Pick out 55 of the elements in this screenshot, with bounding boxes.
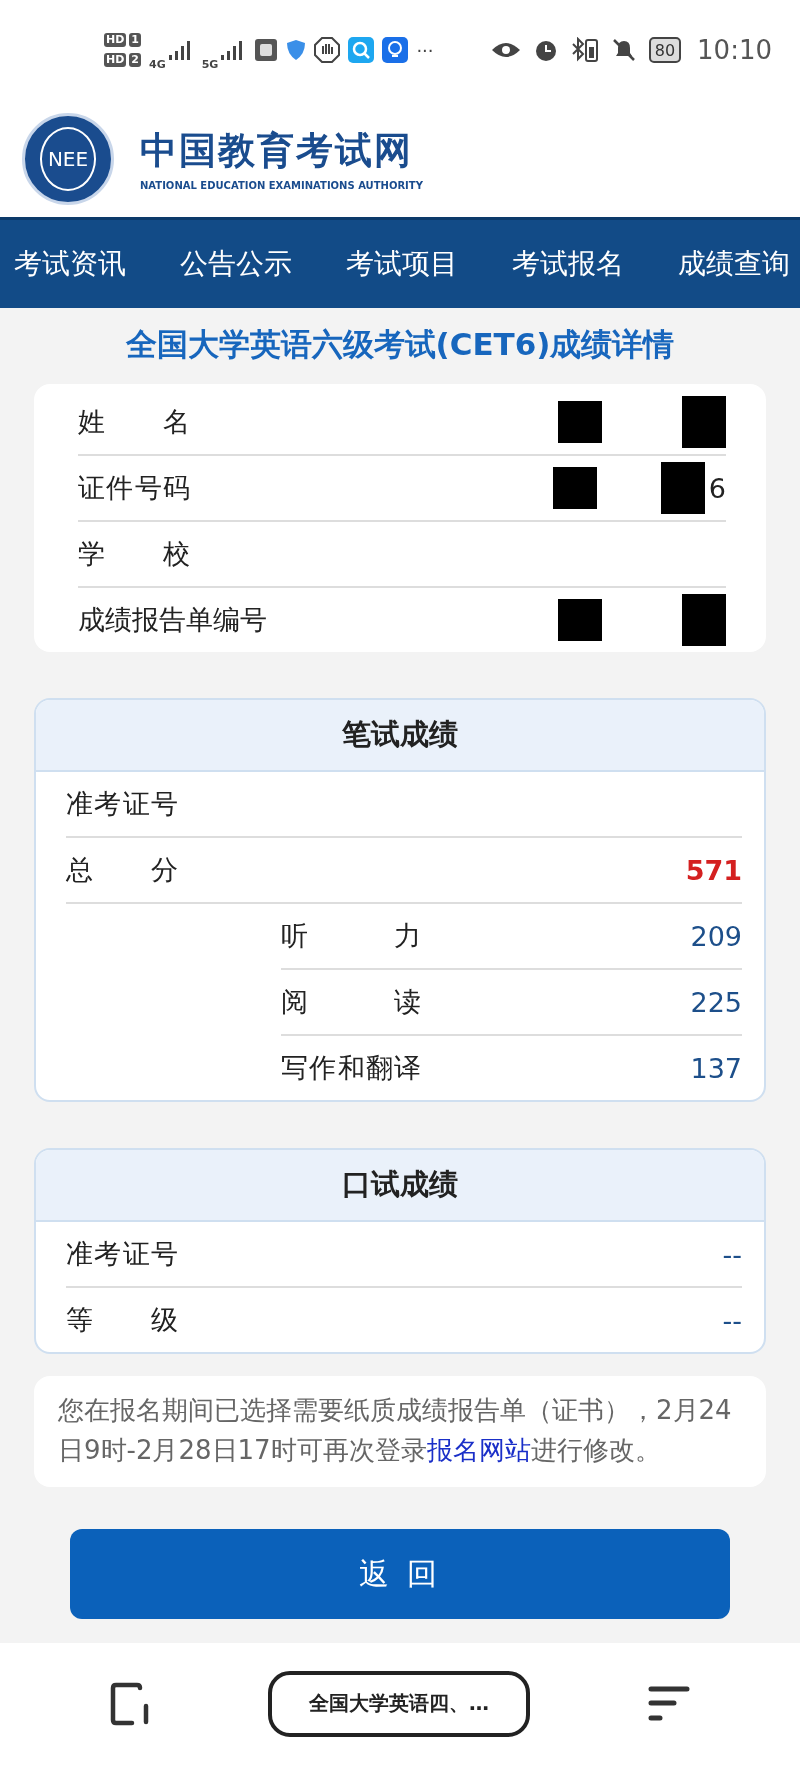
more-indicator: ··· xyxy=(416,39,434,61)
notice-text: 您在报名期间已选择需要纸质成绩报告单（证书），2月24日9时-2月28日17时可再次登录报名网站进行修改。 xyxy=(58,1394,733,1468)
tab-title-button[interactable]: 全国大学英语四、… xyxy=(268,1670,530,1737)
site-title: 中国教育考试网 xyxy=(140,128,414,174)
field-label: 阅读 xyxy=(281,985,421,1019)
redaction-block xyxy=(682,594,726,646)
sim-label: HD xyxy=(104,53,127,67)
menu-icon xyxy=(648,1685,690,1722)
field-label: 成绩报告单编号 xyxy=(78,603,267,637)
field-label: 准考证号 xyxy=(66,787,178,821)
battery-icon: 80 xyxy=(648,37,682,63)
field-label: 证件号码 xyxy=(78,471,190,505)
score-value: -- xyxy=(722,1238,742,1270)
score-value: 137 xyxy=(690,1052,742,1084)
network-label: 5G xyxy=(201,57,219,71)
section-title: 笔试成绩 xyxy=(36,700,764,772)
nav-link[interactable]: 考试报名 xyxy=(512,245,624,283)
bluetooth-battery-icon xyxy=(570,37,599,63)
redaction-block xyxy=(682,396,726,448)
lightbulb-icon xyxy=(382,37,409,63)
shield-icon xyxy=(286,39,307,61)
site-subtitle: NATIONAL EDUCATION EXAMINATIONS AUTHORITY xyxy=(140,180,423,191)
nav-link[interactable]: 考试资讯 xyxy=(14,245,126,283)
field-label: 总分 xyxy=(66,853,178,887)
score-value: 209 xyxy=(690,920,742,952)
field-label: 姓名 xyxy=(78,405,190,439)
clock: 10:10 xyxy=(697,35,772,65)
score-value: 571 xyxy=(685,854,742,886)
score-value: 225 xyxy=(690,986,742,1018)
page-title: 全国大学英语六级考试(CET6)成绩详情 xyxy=(125,325,675,364)
hand-icon xyxy=(314,37,341,63)
eye-icon xyxy=(490,40,521,60)
field-label: 写作和翻译 xyxy=(281,1051,421,1085)
nav-link[interactable]: 公告公示 xyxy=(180,245,292,283)
app-icon xyxy=(254,38,279,62)
muted-bell-icon xyxy=(610,37,637,63)
emblem-logo: NEE xyxy=(22,112,114,205)
nav-link[interactable]: 考试项目 xyxy=(346,245,458,283)
sim-slot: 2 xyxy=(129,53,141,67)
field-label: 学校 xyxy=(78,537,190,571)
field-label: 准考证号 xyxy=(66,1237,178,1271)
field-label: 等级 xyxy=(66,1303,178,1337)
network-label: 4G xyxy=(149,57,166,71)
nav-link[interactable]: 成绩查询 xyxy=(678,245,790,283)
field-value: 6 xyxy=(708,472,726,504)
section-title: 口试成绩 xyxy=(36,1150,764,1222)
sim-label: HD xyxy=(104,33,127,47)
back-button[interactable]: 返 回 xyxy=(70,1528,730,1619)
sim-slot: 1 xyxy=(129,33,141,47)
field-label: 听力 xyxy=(281,919,421,953)
search-icon xyxy=(348,37,375,63)
tabs-icon xyxy=(110,1681,150,1726)
redaction-block xyxy=(660,462,705,514)
site-link[interactable]: 报名网站 xyxy=(426,1435,531,1466)
score-value: -- xyxy=(722,1304,742,1336)
